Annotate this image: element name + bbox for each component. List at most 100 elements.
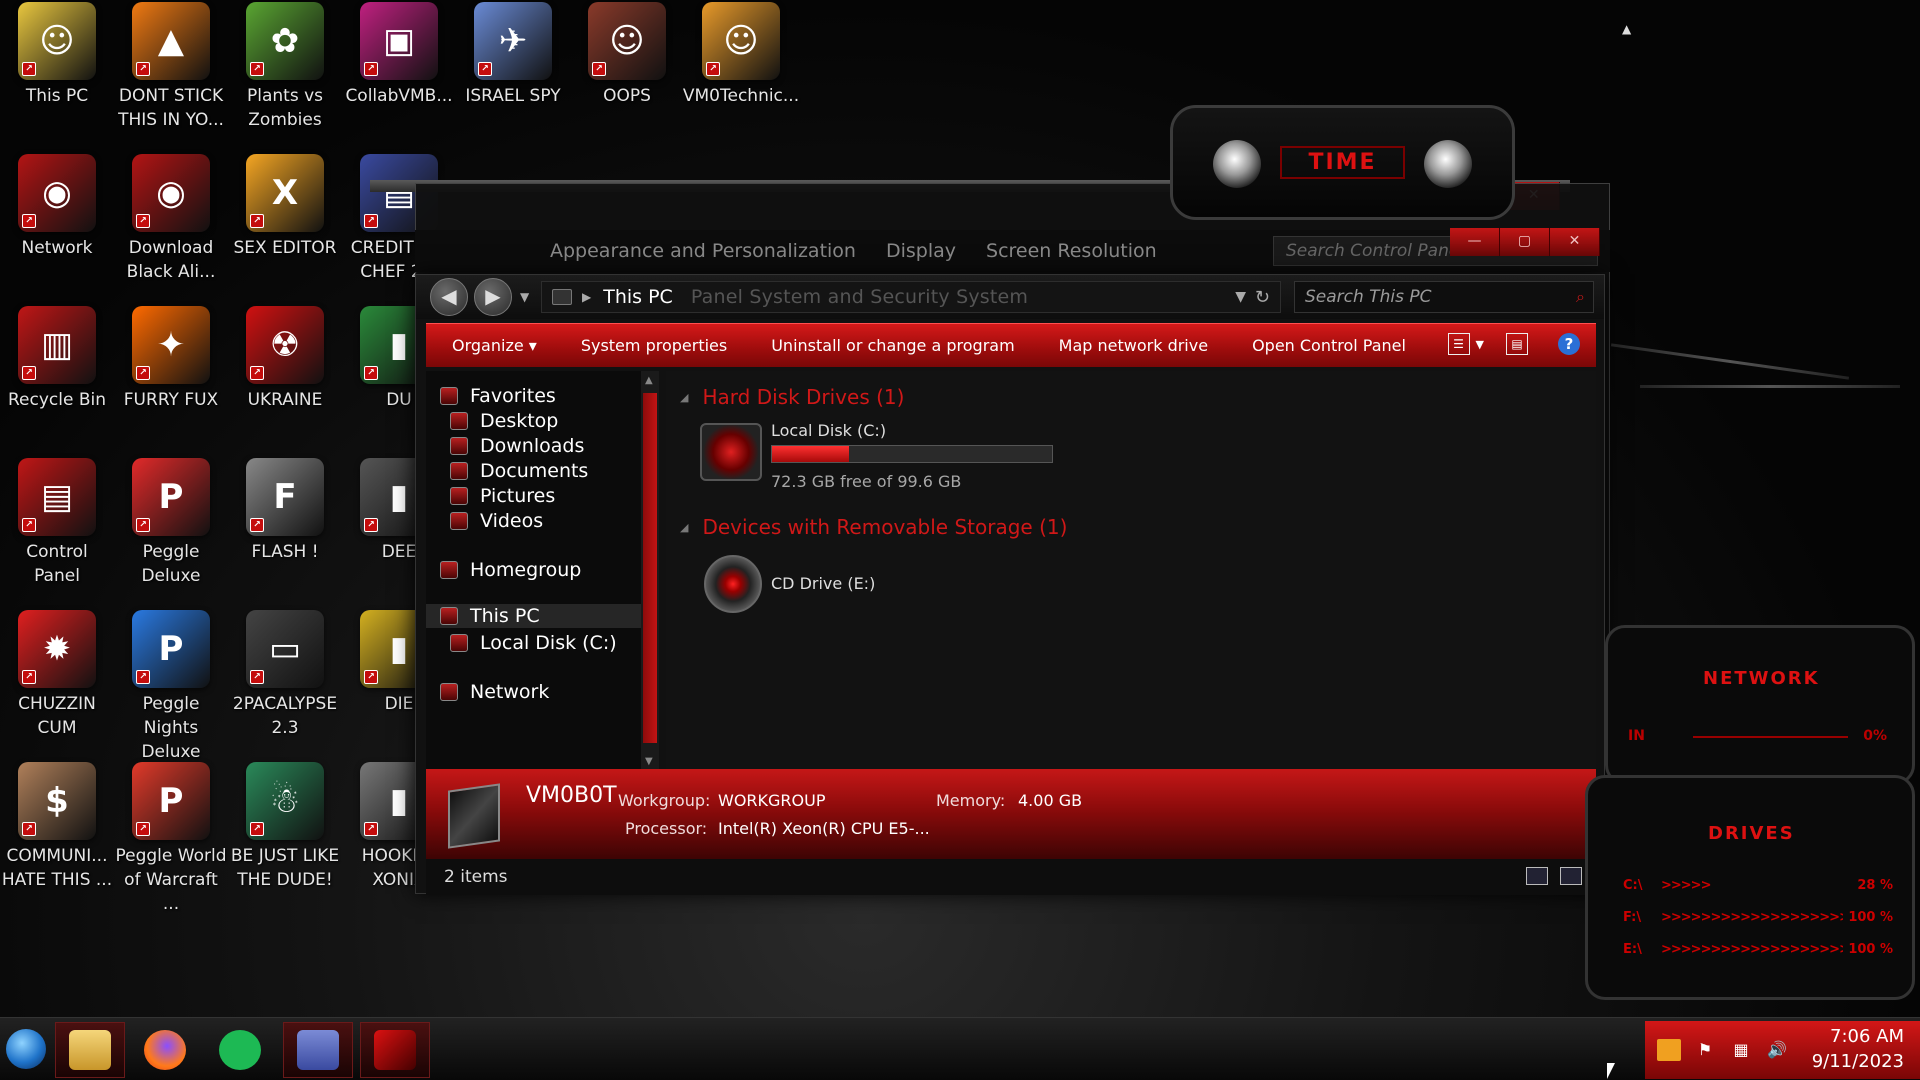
nav-this-pc[interactable]: This PC (426, 604, 641, 628)
map-network-drive-button[interactable]: Map network drive (1059, 336, 1208, 355)
scroll-down-icon[interactable]: ▼ (645, 756, 653, 767)
cd-drive-e-label[interactable]: CD Drive (E:) (771, 574, 875, 593)
show-hidden-icons-button[interactable]: ▲ (1622, 22, 1631, 36)
workgroup-key: Workgroup: (618, 791, 711, 810)
desktop-icon[interactable]: ▥ ↗ Recycle Bin (1, 306, 113, 412)
details-view-icon[interactable] (1526, 867, 1548, 885)
help-icon[interactable]: ? (1558, 333, 1580, 355)
desktop-icon[interactable]: ▲ ↗ DONT STICK THIS IN YO... (115, 2, 227, 132)
desktop-icon[interactable]: ✹ ↗ CHUZZIN CUM (1, 610, 113, 740)
desktop-icon[interactable]: X ↗ SEX EDITOR (229, 154, 341, 260)
local-disk-c-label[interactable]: Local Disk (C:) (771, 421, 886, 440)
taskbar-notepad[interactable] (205, 1022, 275, 1078)
nav-desktop[interactable]: Desktop (450, 410, 558, 432)
cd-drive-icon[interactable] (704, 555, 762, 613)
cp-close-button[interactable]: ✕ (1550, 228, 1600, 256)
crumb-display[interactable]: Display (886, 240, 956, 262)
change-view-icon[interactable]: ☰ (1447, 333, 1470, 355)
uninstall-program-button[interactable]: Uninstall or change a program (771, 336, 1014, 355)
desktop-icon[interactable]: ✦ ↗ FURRY FUX (115, 306, 227, 412)
back-button[interactable]: ◀ (430, 278, 468, 316)
cp-maximize-button[interactable]: ▢ (1500, 228, 1550, 256)
shortcut-arrow-icon: ↗ (250, 366, 264, 380)
local-disk-c-icon[interactable] (700, 423, 762, 481)
desktop-icon[interactable]: ◉ ↗ Download Black Ali... (115, 154, 227, 284)
taskbar-this-pc[interactable] (360, 1022, 430, 1078)
desktop-icon[interactable]: F ↗ FLASH ! (229, 458, 341, 564)
desktop-icon[interactable]: P ↗ Peggle World of Warcraft ... (115, 762, 227, 916)
drive-letter: E:\ (1623, 942, 1642, 957)
view-dropdown-icon[interactable]: ▼ (1476, 338, 1484, 351)
taskbar-firefox[interactable] (130, 1022, 200, 1078)
chevron-right-icon[interactable]: ▶ (582, 290, 591, 304)
nav-network[interactable]: Network (440, 681, 549, 703)
desktop-icon[interactable]: ◉ ↗ Network (1, 154, 113, 260)
network-icon[interactable]: ▦ (1729, 1039, 1753, 1061)
network-in-value: 0% (1863, 728, 1887, 744)
cp-minimize-button[interactable]: — (1450, 228, 1500, 256)
nav-downloads[interactable]: Downloads (450, 435, 584, 457)
group-removable-storage[interactable]: ◢ Devices with Removable Storage (1) (680, 515, 1067, 539)
command-bar: Organize ▾ System properties Uninstall o… (426, 323, 1596, 367)
nav-favorites[interactable]: Favorites (440, 385, 556, 407)
desktop-icon[interactable]: P ↗ Peggle Nights Deluxe (115, 610, 227, 764)
collapse-icon[interactable]: ◢ (680, 391, 688, 404)
crumb-appearance[interactable]: Appearance and Personalization (550, 240, 856, 262)
update-icon[interactable] (1657, 1039, 1681, 1061)
desktop-icon[interactable]: P ↗ Peggle Deluxe (115, 458, 227, 588)
flag-icon[interactable]: ⚑ (1693, 1039, 1717, 1061)
address-location[interactable]: This PC (603, 286, 673, 308)
volume-icon[interactable]: 🔊 (1765, 1039, 1789, 1061)
control-panel-window-controls[interactable]: — ▢ ✕ (1450, 228, 1600, 256)
desktop-icon[interactable]: ☃ ↗ BE JUST LIKE THE DUDE! (229, 762, 341, 892)
shortcut-arrow-icon: ↗ (250, 518, 264, 532)
control-panel-address-bar[interactable]: Appearance and Personalization Display S… (415, 230, 1610, 272)
nav-homegroup[interactable]: Homegroup (440, 559, 581, 581)
taskbar-control-panel[interactable] (283, 1022, 353, 1078)
collapse-icon[interactable]: ◢ (680, 521, 688, 534)
desktop-icon[interactable]: ☺ ↗ VM0Technic... (683, 2, 799, 108)
desktop-icon[interactable]: ☺ ↗ OOPS (571, 2, 683, 108)
preview-pane-icon[interactable]: ▤ (1506, 333, 1528, 355)
scroll-up-icon[interactable]: ▲ (645, 375, 653, 386)
desktop-icon-label: Peggle World of Warcraft ... (115, 846, 227, 914)
nav-videos[interactable]: Videos (450, 510, 543, 532)
search-input[interactable]: Search This PC ⌕ (1294, 281, 1594, 313)
large-icons-view-icon[interactable] (1560, 867, 1582, 885)
shortcut-arrow-icon: ↗ (364, 670, 378, 684)
system-properties-button[interactable]: System properties (581, 336, 727, 355)
desktop-icon[interactable]: ☺ ↗ This PC (1, 2, 113, 108)
refresh-icon[interactable]: ↻ (1255, 287, 1270, 308)
nav-documents[interactable]: Documents (450, 460, 588, 482)
desktop-icon[interactable]: ☢ ↗ UKRAINE (229, 306, 341, 412)
computer-name: VM0B0T (526, 783, 617, 808)
organize-button[interactable]: Organize ▾ (452, 336, 537, 355)
crumb-screen-resolution[interactable]: Screen Resolution (986, 240, 1157, 262)
shortcut-arrow-icon: ↗ (136, 670, 150, 684)
desktop-icon[interactable]: ▤ ↗ Control Panel (1, 458, 113, 588)
pictures-folder-icon (450, 487, 468, 505)
shortcut-arrow-icon: ↗ (136, 62, 150, 76)
desktop-icon[interactable]: ▭ ↗ 2PACALYPSE 2.3 (229, 610, 341, 740)
address-bar[interactable]: ▶ This PC Panel System and Security Syst… (541, 281, 1281, 313)
nav-pictures[interactable]: Pictures (450, 485, 555, 507)
desktop-icon[interactable]: $ ↗ COMMUNI... HATE THIS ... (1, 762, 113, 892)
scrollbar-thumb[interactable] (643, 393, 657, 743)
recent-locations-dropdown[interactable]: ▼ (520, 290, 529, 304)
group-hard-disk-drives[interactable]: ◢ Hard Disk Drives (1) (680, 385, 904, 409)
open-control-panel-button[interactable]: Open Control Panel (1252, 336, 1406, 355)
search-icon[interactable]: ⌕ (1576, 287, 1585, 307)
address-dropdown-icon[interactable]: ▼ (1235, 289, 1246, 305)
navigation-scrollbar[interactable]: ▲ ▼ (641, 371, 659, 769)
desktop-icon[interactable]: ▣ ↗ CollabVMB... (343, 2, 455, 108)
start-button[interactable] (6, 1029, 46, 1069)
taskbar-file-explorer[interactable] (55, 1022, 125, 1078)
desktop-icon-label: ISRAEL SPY (465, 86, 561, 106)
shortcut-arrow-icon: ↗ (136, 366, 150, 380)
computer-icon (374, 1030, 416, 1070)
forward-button[interactable]: ▶ (474, 278, 512, 316)
desktop-icon[interactable]: ✿ ↗ Plants vs Zombies (229, 2, 341, 132)
clock[interactable]: 7:06 AM 9/11/2023 (1812, 1025, 1904, 1075)
nav-local-disk[interactable]: Local Disk (C:) (450, 632, 617, 654)
desktop-icon[interactable]: ✈ ↗ ISRAEL SPY (457, 2, 569, 108)
